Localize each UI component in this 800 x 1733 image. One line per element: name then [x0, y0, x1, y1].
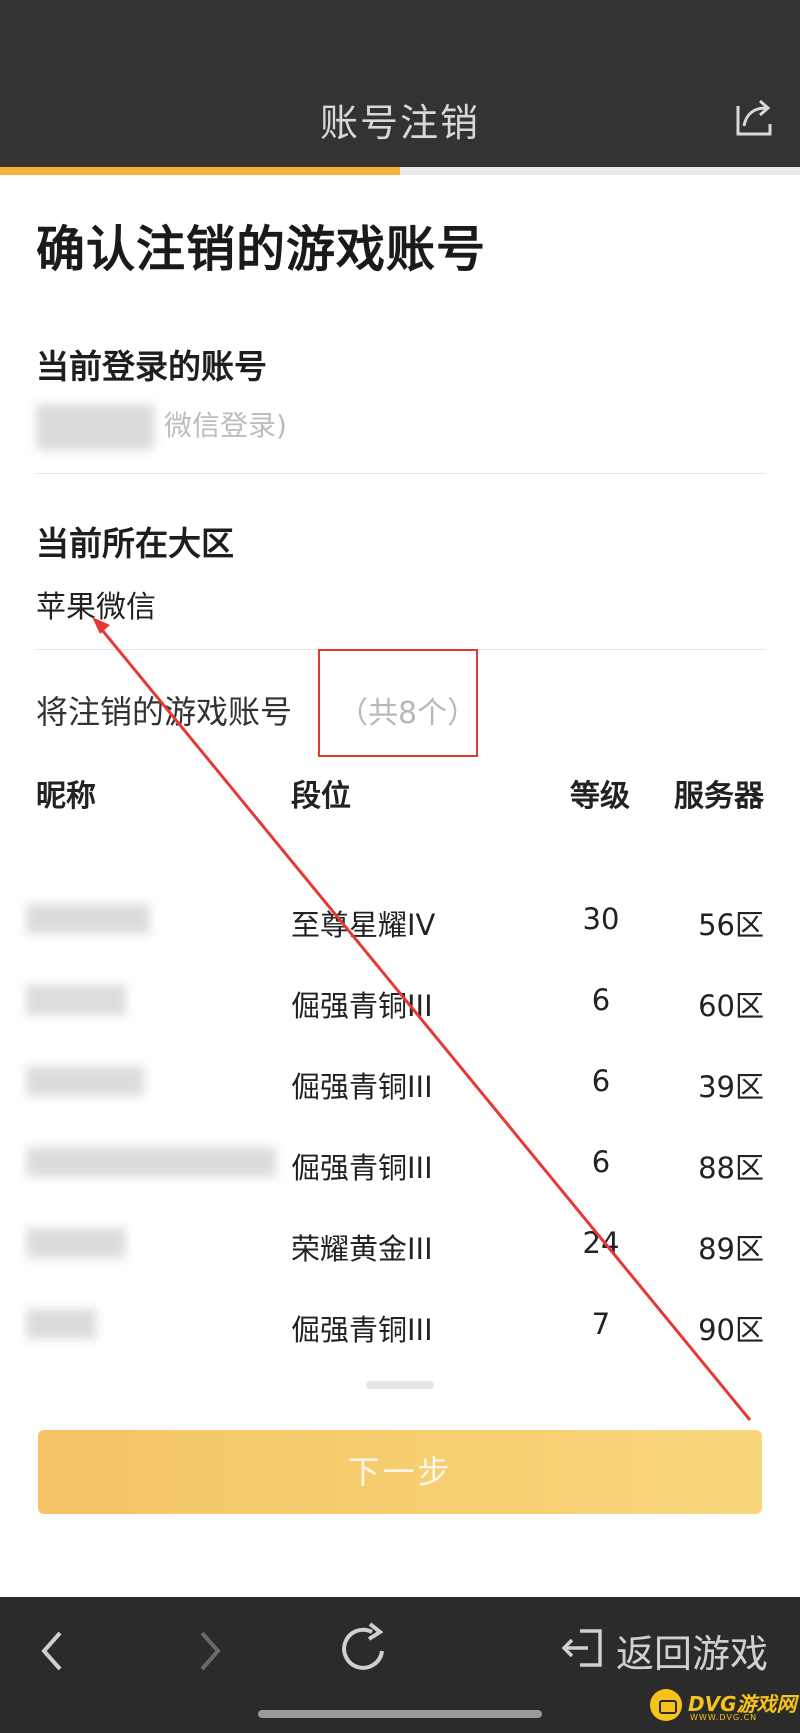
- page-title: 账号注销: [319, 101, 480, 145]
- next-step-button[interactable]: 下一步: [38, 1430, 762, 1514]
- refresh-icon[interactable]: [334, 1619, 394, 1679]
- level-cell: 24: [582, 1226, 620, 1260]
- server-cell: 89区: [698, 1232, 764, 1266]
- region-label: 当前所在大区: [36, 524, 234, 563]
- rank-cell: 倔强青铜III: [291, 1151, 433, 1185]
- login-method: 微信登录): [164, 409, 287, 442]
- redacted-nickname: [26, 1147, 276, 1177]
- server-cell: 60区: [698, 989, 764, 1023]
- table-row: 倔强青铜III 7 90区: [0, 1297, 800, 1357]
- scroll-indicator[interactable]: [366, 1381, 434, 1389]
- region-value: 苹果微信: [36, 590, 156, 625]
- server-cell: 56区: [698, 908, 764, 942]
- table-row: 倔强青铜III 6 39区: [0, 1054, 800, 1114]
- divider: [36, 473, 766, 474]
- progress-fill: [0, 167, 400, 175]
- rank-cell: 倔强青铜III: [291, 1070, 433, 1104]
- chevron-left-icon[interactable]: [26, 1621, 86, 1681]
- table-row: 至尊星耀IV 30 56区: [0, 892, 800, 952]
- col-nickname: 昵称: [36, 779, 96, 814]
- watermark: DVG游戏网 WWW.DVG.CN: [650, 1686, 797, 1726]
- home-indicator: [258, 1710, 542, 1718]
- annotation-box: [318, 649, 478, 757]
- watermark-subtext: WWW.DVG.CN: [690, 1713, 758, 1722]
- chevron-right-icon[interactable]: [176, 1621, 236, 1681]
- rank-cell: 荣耀黄金III: [291, 1232, 433, 1266]
- section-heading: 确认注销的游戏账号: [36, 221, 487, 278]
- level-cell: 30: [582, 902, 620, 936]
- redacted-nickname: [26, 904, 150, 934]
- accounts-to-close-label: 将注销的游戏账号: [36, 693, 293, 731]
- level-cell: 7: [591, 1307, 611, 1341]
- redacted-nickname: [26, 1066, 144, 1096]
- col-level: 等级: [570, 779, 630, 814]
- server-cell: 88区: [698, 1151, 764, 1185]
- redacted-nickname: [26, 985, 126, 1015]
- exit-icon: [561, 1629, 602, 1667]
- rank-cell: 倔强青铜III: [291, 1313, 433, 1347]
- table-row: 荣耀黄金III 24 89区: [0, 1216, 800, 1276]
- redacted-nickname: [26, 1309, 96, 1339]
- login-account-value: 微信登录): [36, 404, 287, 450]
- return-to-game-label: 返回游戏: [616, 1632, 769, 1676]
- redacted-account: [36, 404, 154, 450]
- col-rank: 段位: [291, 779, 351, 814]
- rank-cell: 至尊星耀IV: [291, 908, 436, 942]
- share-icon[interactable]: [734, 96, 778, 138]
- watermark-logo-icon: [650, 1689, 682, 1721]
- login-account-label: 当前登录的账号: [36, 347, 267, 386]
- table-row: 倔强青铜III 6 88区: [0, 1135, 800, 1195]
- col-server: 服务器: [674, 779, 764, 814]
- redacted-nickname: [26, 1228, 126, 1258]
- server-cell: 90区: [698, 1313, 764, 1347]
- rank-cell: 倔强青铜III: [291, 989, 433, 1023]
- table-row: 倔强青铜III 6 60区: [0, 973, 800, 1033]
- top-bar: 账号注销: [0, 0, 800, 167]
- level-cell: 6: [591, 1064, 611, 1098]
- progress-bar: [0, 167, 800, 175]
- level-cell: 6: [591, 1145, 611, 1179]
- level-cell: 6: [591, 983, 611, 1017]
- server-cell: 39区: [698, 1070, 764, 1104]
